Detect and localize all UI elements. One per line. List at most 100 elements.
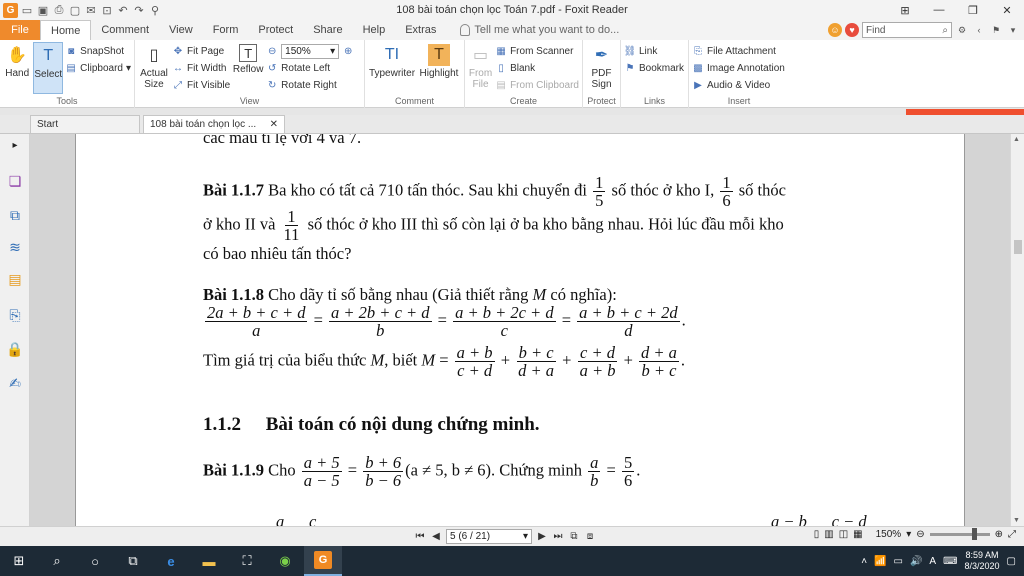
bookmarks-icon[interactable]: ❏ xyxy=(6,172,24,190)
customize-icon[interactable]: ⚲ xyxy=(148,3,162,17)
gear-icon[interactable]: ⚙ xyxy=(955,23,969,37)
tab-extras[interactable]: Extras xyxy=(395,20,446,40)
print-icon[interactable]: ⎙ xyxy=(52,3,66,17)
tab-document[interactable]: 108 bài toán chọn lọc ... ✕ xyxy=(143,115,285,133)
new-icon[interactable]: ▢ xyxy=(68,3,82,17)
fullscreen-icon[interactable]: ⤢ xyxy=(1008,529,1016,540)
keyboard-icon[interactable]: ⌨ xyxy=(943,556,957,567)
pdf-sign-button[interactable]: ✒ PDF Sign xyxy=(586,42,617,94)
expand-panel-icon[interactable]: ▸ xyxy=(6,136,24,154)
open-icon[interactable]: ▭ xyxy=(20,3,34,17)
audio-video-button[interactable]: ▶ Audio & Video xyxy=(692,78,785,93)
image-annotation-button[interactable]: ▩ Image Annotation xyxy=(692,61,785,76)
snapshot-button[interactable]: ◙ SnapShot xyxy=(65,44,131,59)
windows-start-icon[interactable]: ⊞ xyxy=(0,546,38,576)
layers-icon[interactable]: ≋ xyxy=(6,238,24,256)
comments-icon[interactable]: ▤ xyxy=(6,270,24,288)
blank-button[interactable]: ▯ Blank xyxy=(495,61,579,76)
select-button[interactable]: T Select xyxy=(33,42,64,94)
battery-icon[interactable]: ▭ xyxy=(893,556,902,567)
heart-icon[interactable]: ♥ xyxy=(845,23,859,37)
green-app-icon[interactable]: ◉ xyxy=(266,546,304,576)
from-scanner-button[interactable]: ▦ From Scanner xyxy=(495,44,579,59)
minimize-button[interactable]: — xyxy=(922,0,956,20)
single-page-icon[interactable]: ▯ xyxy=(814,529,820,540)
tab-view[interactable]: View xyxy=(159,20,203,40)
foxit-reader-taskbar-icon[interactable]: G xyxy=(304,546,342,576)
scrollbar-thumb[interactable] xyxy=(1014,240,1022,254)
chevron-up-icon[interactable]: ˄ xyxy=(861,556,867,567)
save-icon[interactable]: ▣ xyxy=(36,3,50,17)
zoom-slider[interactable] xyxy=(929,528,990,540)
vertical-scrollbar[interactable]: ▲ ▼ xyxy=(1010,134,1024,526)
flag-icon[interactable]: ⚑ xyxy=(989,23,1003,37)
close-button[interactable]: ✕ xyxy=(990,0,1024,20)
tab-help[interactable]: Help xyxy=(353,20,396,40)
rotate-right-button[interactable]: ↻ Rotate Right xyxy=(266,78,354,93)
zoom-in-icon[interactable]: ⊕ xyxy=(342,46,354,58)
link-button[interactable]: ⛓ Link xyxy=(624,44,684,59)
clock[interactable]: 8:59 AM 8/3/2020 xyxy=(965,550,1000,572)
close-tab-icon[interactable]: ✕ xyxy=(270,119,278,130)
facing-page-icon[interactable]: ◫ xyxy=(839,529,848,540)
file-explorer-icon[interactable]: ▬ xyxy=(190,546,228,576)
search-icon[interactable]: ⌕ xyxy=(942,25,948,36)
volume-icon[interactable]: 🔊 xyxy=(910,556,922,567)
restore-button[interactable]: ❐ xyxy=(956,0,990,20)
notifications-icon[interactable]: ▢ xyxy=(1007,556,1016,567)
chevron-down-icon[interactable]: ▾ xyxy=(906,529,911,540)
next-page-icon[interactable]: ▶ xyxy=(536,530,548,544)
store-icon[interactable]: ⛶ xyxy=(228,546,266,576)
email-icon[interactable]: ✉ xyxy=(84,3,98,17)
fit-icon[interactable]: ⊡ xyxy=(100,3,114,17)
zoom-in-icon[interactable]: ⊕ xyxy=(995,529,1003,540)
next-view-icon[interactable]: ⧈ xyxy=(584,530,596,544)
fit-page-button[interactable]: ✥ Fit Page xyxy=(172,44,230,59)
from-file-button[interactable]: ▭ From File xyxy=(468,42,493,94)
reflow-button[interactable]: T Reflow xyxy=(232,42,264,94)
redo-icon[interactable]: ↷ xyxy=(132,3,146,17)
smile-icon[interactable]: ☺ xyxy=(828,23,842,37)
continuous-page-icon[interactable]: ▥ xyxy=(824,529,833,540)
page-number-input[interactable]: 5 (6 / 21) ▾ xyxy=(446,529,532,544)
from-clipboard-button[interactable]: ▤ From Clipboard xyxy=(495,78,579,93)
zoom-out-icon[interactable]: ⊖ xyxy=(266,46,278,58)
typewriter-button[interactable]: TI Typewriter xyxy=(368,42,416,94)
tab-form[interactable]: Form xyxy=(203,20,249,40)
zoom-slider-knob[interactable] xyxy=(971,528,977,540)
tab-file[interactable]: File xyxy=(0,20,40,40)
clipboard-button[interactable]: ▤ Clipboard ▾ xyxy=(65,61,131,76)
tab-home[interactable]: Home xyxy=(40,20,92,41)
cortana-icon[interactable]: ○ xyxy=(76,546,114,576)
tab-start[interactable]: Start xyxy=(30,115,140,133)
tell-me-box[interactable]: Tell me what you want to do... xyxy=(446,24,619,36)
tab-comment[interactable]: Comment xyxy=(91,20,159,40)
previous-view-icon[interactable]: ⧉ xyxy=(568,530,580,544)
security-lock-icon[interactable]: 🔒 xyxy=(6,340,24,358)
tab-protect[interactable]: Protect xyxy=(248,20,303,40)
edge-browser-icon[interactable]: e xyxy=(152,546,190,576)
pdf-page[interactable]: các mẫu tỉ lệ với 4 và 7. Bài 1.1.7 Ba k… xyxy=(75,134,965,526)
pages-icon[interactable]: ⧉ xyxy=(6,206,24,224)
first-page-icon[interactable]: ⏮ xyxy=(414,530,426,544)
undo-icon[interactable]: ↶ xyxy=(116,3,130,17)
scroll-down-icon[interactable]: ▼ xyxy=(1013,517,1020,524)
task-view-icon[interactable]: ⧉ xyxy=(114,546,152,576)
tab-share[interactable]: Share xyxy=(303,20,352,40)
language-indicator[interactable]: A xyxy=(929,556,936,567)
zoom-out-icon[interactable]: ⊖ xyxy=(916,529,924,540)
signature-icon[interactable]: ✍ xyxy=(6,374,24,392)
rotate-left-button[interactable]: ↺ Rotate Left xyxy=(266,61,354,76)
highlight-button[interactable]: T Highlight xyxy=(418,42,460,94)
search-icon[interactable]: ⌕ xyxy=(38,546,76,576)
continuous-facing-icon[interactable]: ▦ xyxy=(853,529,862,540)
zoom-select[interactable]: 150% ▾ xyxy=(281,44,340,59)
bookmark-button[interactable]: ⚑ Bookmark xyxy=(624,61,685,76)
file-attachment-button[interactable]: ⎘ File Attachment xyxy=(692,44,785,59)
find-input[interactable]: Find ⌕ xyxy=(862,22,952,38)
last-page-icon[interactable]: ⏭ xyxy=(552,530,564,544)
chevron-down-icon[interactable]: ▾ xyxy=(1006,23,1020,37)
fit-width-button[interactable]: ↔ Fit Width xyxy=(172,61,230,76)
fit-visible-button[interactable]: ⤢ Fit Visible xyxy=(172,78,230,93)
hand-button[interactable]: ✋ Hand xyxy=(3,42,31,94)
